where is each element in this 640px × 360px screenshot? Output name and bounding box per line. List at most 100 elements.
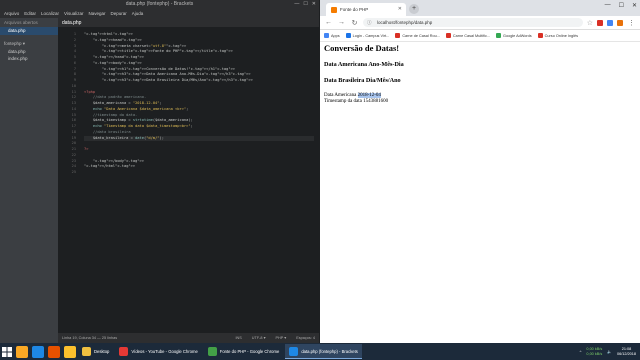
encoding-select[interactable]: UTF-8 ▾ — [252, 333, 266, 343]
bookmark-icon — [496, 33, 502, 38]
editor-tabbar: data.php — [58, 18, 319, 27]
line-number-gutter: 1 2 3 4 5 6 7 8 9 10 11 12 13 14 15 16 17 18 19 20 21 22 23 24 2… — [58, 32, 80, 176]
sidebar: Arquivos abertos data.php fontephp ▾ dat… — [0, 18, 58, 343]
app-icon — [289, 346, 299, 356]
chrome-minimize-button[interactable]: — — [605, 2, 611, 9]
taskbar-items: Desktop Vídeos - YouTube - Google Chrome F… — [78, 344, 364, 359]
bookmark-item[interactable]: Login - Campus Virt... — [345, 33, 390, 38]
bookmark-label: Apps — [331, 33, 340, 38]
bookmark-item[interactable]: Apps — [324, 33, 340, 38]
bookmark-icon — [395, 33, 401, 38]
bookmark-icon — [324, 33, 329, 38]
chrome-maximize-button[interactable]: ☐ — [619, 2, 624, 9]
selected-date-text: 2018-12-04 — [357, 93, 381, 98]
code-editor[interactable]: data.php 1 2 3 4 5 6 7 8 9 10 11 12 13 14 15 16 17 18 19 20… — [58, 18, 319, 333]
editor-tab-data-php[interactable]: data.php — [62, 20, 81, 26]
tab-close-icon[interactable]: ✕ — [398, 3, 402, 16]
menu-ajuda[interactable]: Ajuda — [132, 9, 144, 18]
extension-icon[interactable] — [597, 19, 603, 26]
new-tab-icon[interactable]: + — [409, 4, 419, 14]
taskbar-item-label: Desktop — [94, 349, 110, 354]
chrome-tab-title: Fonte do PHP — [340, 7, 369, 12]
menu-navegar[interactable]: Navegar — [88, 9, 105, 18]
speaker-icon[interactable]: 🔈 — [607, 349, 612, 354]
address-url: localhost/fontephp/data.php — [377, 20, 433, 25]
line-number: 25 — [71, 170, 76, 174]
pinned-app-icon[interactable] — [48, 345, 60, 358]
chrome-menu-icon[interactable]: ⋮ — [627, 19, 636, 27]
code-area[interactable]: "c-tag"><html"c-tag">> "c-tag"><head"c-t… — [84, 32, 314, 176]
app-icon — [82, 347, 91, 356]
tray-arrow-icon[interactable]: ^ — [580, 350, 582, 354]
back-arrow-icon[interactable]: ← — [324, 19, 333, 26]
pinned-app-icon[interactable] — [32, 345, 44, 358]
extension-icon[interactable] — [607, 19, 613, 26]
heading-data-americana: Data Americana Ano-Mês-Dia — [324, 61, 404, 68]
taskbar-item-label: Vídeos - YouTube - Google Chrome — [131, 349, 198, 354]
chrome-close-button[interactable]: ✕ — [632, 2, 637, 9]
bookmark-label: Curso Online Inglês — [544, 33, 579, 38]
bookmark-item[interactable]: Carne Casal Multific... — [445, 33, 491, 38]
menu-editar[interactable]: Editar — [24, 9, 36, 18]
bookmark-item[interactable]: Carne de Casal Rou... — [395, 33, 440, 38]
brackets-window: data.php (fontephp) - Brackets — ☐ ✕ Arq… — [0, 0, 319, 343]
taskbar-item[interactable]: data.php (fontephp) - Brackets — [285, 344, 362, 359]
info-icon[interactable]: ⓘ — [367, 18, 372, 27]
bookmark-star-icon[interactable]: ☆ — [587, 19, 593, 27]
chrome-window: Fonte do PHP ✕ + — ☐ ✕ ← → ↻ ⓘ localhost… — [320, 0, 640, 343]
project-title[interactable]: fontephp ▾ — [0, 39, 58, 48]
bookmark-icon — [445, 33, 451, 38]
chrome-tabstrip: Fonte do PHP ✕ + — ☐ ✕ — [320, 0, 640, 16]
project-file-data-php[interactable]: data.php — [0, 48, 58, 55]
app-icon — [207, 347, 217, 356]
bookmark-label: Carne Casal Multific... — [452, 33, 491, 38]
reload-icon[interactable]: ↻ — [350, 19, 359, 27]
indent-setting[interactable]: Espaços: 4 — [296, 333, 315, 343]
forward-arrow-icon[interactable]: → — [337, 19, 346, 26]
taskbar-item-label: Fonte do PHP - Google Chrome — [219, 349, 280, 354]
pinned-app-icon[interactable] — [64, 345, 76, 358]
clock-date: 06/12/2018 — [616, 351, 636, 356]
language-select[interactable]: PHP ▾ — [276, 333, 287, 343]
chrome-window-controls: — ☐ ✕ — [605, 2, 637, 9]
taskbar-item[interactable]: Vídeos - YouTube - Google Chrome — [115, 344, 201, 359]
extension-icon[interactable] — [617, 19, 623, 26]
output-timestamp: Timestamp da data 1543881600 — [324, 99, 389, 104]
bookmark-item[interactable]: Curso Online Inglês — [537, 33, 579, 38]
close-button[interactable]: ✕ — [312, 0, 316, 9]
menu-arquivo[interactable]: Arquivo — [4, 9, 19, 18]
chrome-toolbar: ← → ↻ ⓘ localhost/fontephp/data.php ☆ ⋮ — [320, 16, 640, 30]
bookmark-label: Login - Campus Virt... — [352, 33, 390, 38]
menu-visualizar[interactable]: Visualizar — [64, 9, 83, 18]
minimize-button[interactable]: — — [294, 0, 299, 9]
windows-logo-icon — [2, 346, 12, 357]
windows-taskbar: Desktop Vídeos - YouTube - Google Chrome F… — [0, 343, 640, 360]
chrome-tab[interactable]: Fonte do PHP ✕ — [326, 3, 406, 16]
app-icon — [119, 347, 129, 356]
start-button[interactable] — [0, 343, 14, 360]
taskbar-item-label: data.php (fontephp) - Brackets — [301, 348, 358, 354]
editor-statusbar: Linha 19, Coluna 34 — 25 linhas INS UTF-… — [58, 333, 319, 343]
brackets-window-controls: — ☐ ✕ — [294, 0, 316, 9]
bookmark-icon — [537, 33, 543, 38]
brackets-titlebar: data.php (fontephp) - Brackets — [0, 0, 319, 9]
bookmark-icon — [345, 33, 351, 38]
page-content: Conversão de Datas! Data Americana Ano-M… — [320, 43, 640, 343]
taskbar-item[interactable]: Desktop — [78, 344, 113, 359]
maximize-button[interactable]: ☐ — [303, 0, 307, 9]
clock[interactable]: 21:08 06/12/2018 — [617, 347, 636, 357]
menu-depurar[interactable]: Depurar — [111, 9, 127, 18]
page-favicon-icon — [331, 7, 337, 13]
taskbar-item[interactable]: Fonte do PHP - Google Chrome — [204, 344, 284, 359]
net-up: 0,00 kB/s — [586, 346, 603, 351]
pinned-apps — [14, 345, 78, 358]
project-file-index-php[interactable]: index.php — [0, 55, 58, 62]
bookmark-item[interactable]: Google AdWords — [496, 33, 532, 38]
address-bar[interactable]: ⓘ localhost/fontephp/data.php — [363, 18, 583, 27]
system-tray: ^ 0,00 kB/s 0,00 kB/s 🔈 21:08 06/12/2018 — [580, 347, 640, 357]
pinned-app-icon[interactable] — [16, 345, 28, 358]
ins-mode[interactable]: INS — [235, 333, 241, 343]
working-file-data-php[interactable]: data.php — [0, 27, 58, 35]
menu-localizar[interactable]: Localizar — [41, 9, 59, 18]
code-line[interactable] — [84, 170, 314, 176]
